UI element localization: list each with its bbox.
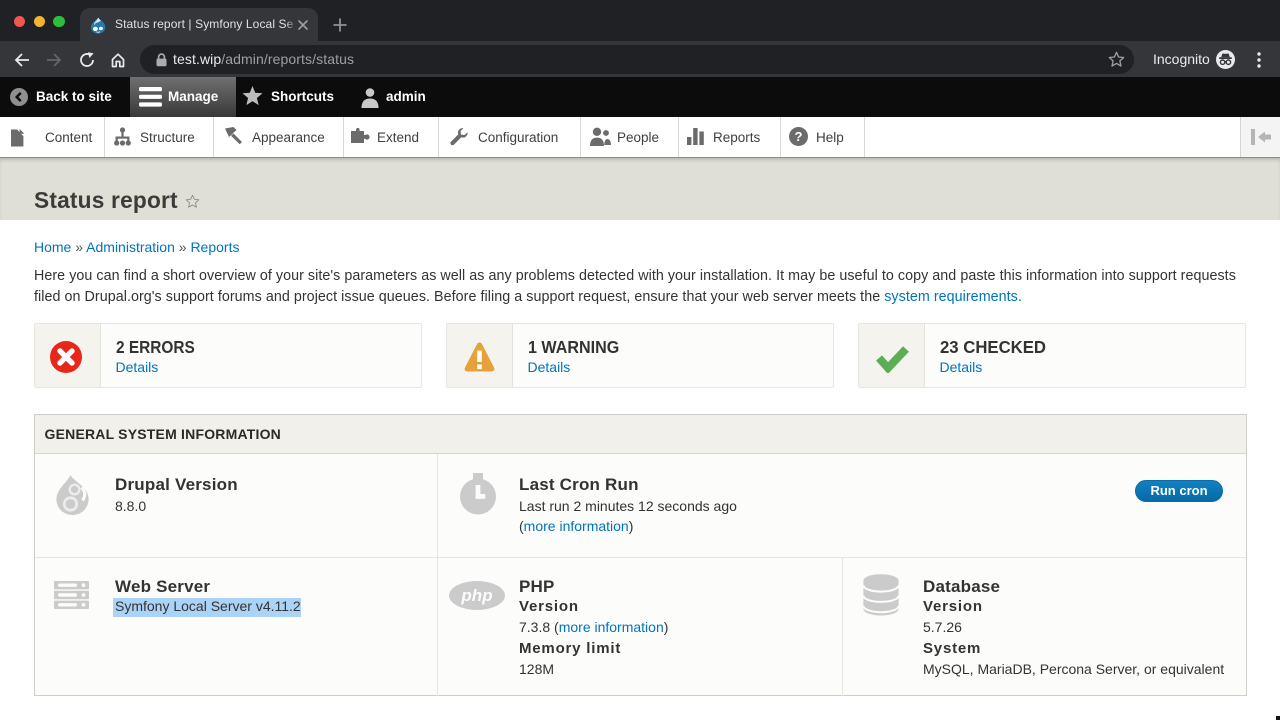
svg-text:?: ? bbox=[795, 129, 803, 144]
svg-text:php: php bbox=[460, 586, 492, 605]
